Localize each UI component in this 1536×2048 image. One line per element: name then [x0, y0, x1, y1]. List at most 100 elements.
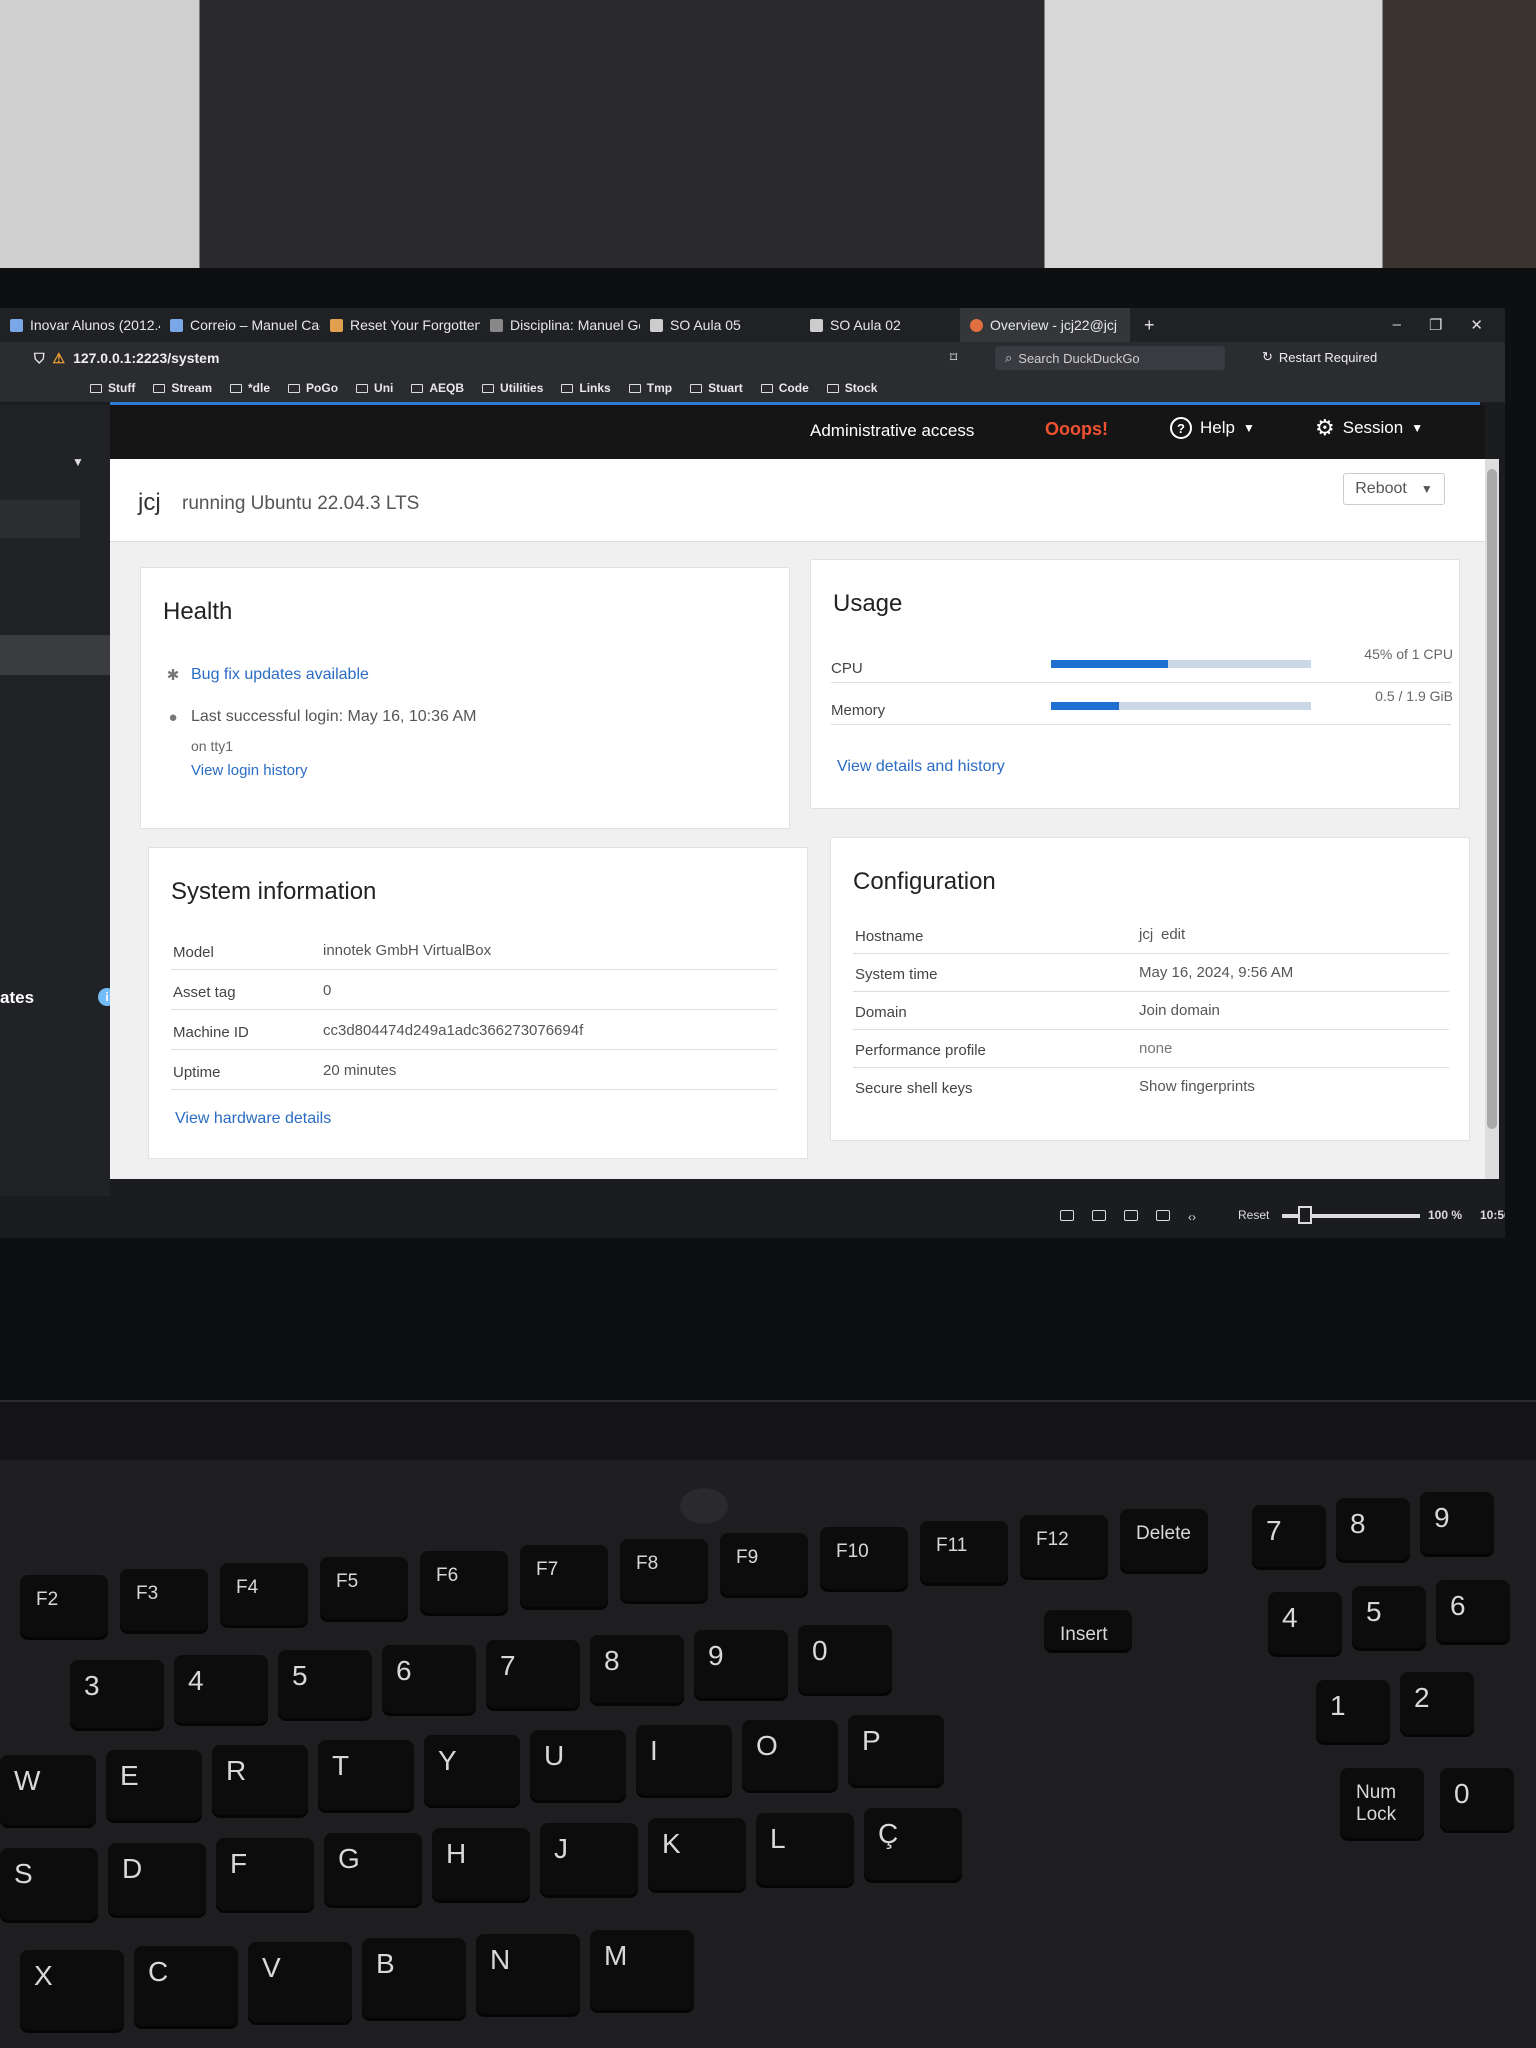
bookmark-folder[interactable]: Links — [561, 381, 611, 395]
page-scrollbar[interactable] — [1485, 459, 1499, 1179]
numpad-key-5: 5 — [1352, 1586, 1426, 1648]
help-menu[interactable]: ? Help ▼ — [1170, 417, 1255, 439]
bookmark-folder[interactable]: Code — [760, 381, 809, 395]
key-p: P — [848, 1715, 944, 1785]
updates-row: ✱ Bug fix updates available — [165, 666, 369, 684]
key-f3: F3 — [120, 1569, 208, 1631]
key-f6: F6 — [420, 1551, 508, 1613]
performance-profile-value[interactable]: none — [1139, 1040, 1172, 1057]
health-card: Health ✱ Bug fix updates available ● Las… — [140, 567, 790, 829]
join-domain-link[interactable]: Join domain — [1139, 1002, 1220, 1019]
memory-usage-bar — [1051, 702, 1311, 710]
show-fingerprints-link[interactable]: Show fingerprints — [1139, 1078, 1255, 1095]
numpad-key-1: 1 — [1316, 1680, 1390, 1742]
login-tty: on tty1 — [191, 738, 234, 754]
scrollbar-thumb[interactable] — [1487, 469, 1497, 1129]
page-header: jcj running Ubuntu 22.04.3 LTS Reboot ▼ — [110, 459, 1485, 542]
usage-card: Usage CPU 45% of 1 CPU Memory 0.5 / 1.9 … — [810, 559, 1460, 809]
ooops-button[interactable]: Ooops! — [1045, 419, 1108, 440]
admin-access-button[interactable]: Administrative access — [810, 421, 974, 441]
login-history-link[interactable]: View login history — [191, 762, 307, 779]
zoom-slider-knob[interactable] — [1298, 1206, 1313, 1224]
browser-tab[interactable]: Correio – Manuel Caet — [160, 308, 320, 342]
tab-favicon-icon — [170, 318, 183, 332]
sidebar-search[interactable] — [0, 500, 80, 538]
page-os-label: running Ubuntu 22.04.3 LTS — [182, 493, 420, 514]
browser-tab[interactable]: Reset Your Forgotten U — [320, 308, 480, 342]
browser-tab[interactable]: Disciplina: Manuel Gera — [480, 308, 640, 342]
usage-details-link[interactable]: View details and history — [837, 758, 1005, 776]
key-f9: F9 — [720, 1533, 808, 1595]
folder-icon — [760, 383, 773, 393]
hardware-details-link[interactable]: View hardware details — [175, 1110, 331, 1128]
session-menu[interactable]: ⚙ Session ▼ — [1315, 417, 1423, 439]
key-n: N — [476, 1934, 580, 2014]
shield-icon: ⛉ — [34, 349, 45, 366]
warning-icon: ⚠ — [52, 349, 66, 366]
browser-tab[interactable]: Inovar Alunos (2012.44 — [0, 308, 160, 342]
browser-tab-bar: Inovar Alunos (2012.44 Correio – Manuel … — [0, 308, 1505, 342]
bookmark-folder[interactable]: PoGo — [288, 381, 338, 395]
sidebar-item-overview[interactable] — [0, 635, 110, 675]
bookmark-folder[interactable]: Uni — [356, 381, 393, 395]
configuration-card: Configuration Hostname jcj edit System t… — [830, 837, 1470, 1141]
bookmark-folder[interactable]: AEQB — [411, 381, 464, 395]
reboot-button[interactable]: Reboot ▼ — [1343, 473, 1445, 505]
key-num-lock: Num Lock — [1340, 1768, 1424, 1838]
key-f8: F8 — [620, 1539, 708, 1601]
browser-tab[interactable]: SO Aula 02 — [800, 308, 960, 342]
key-8: 8 — [590, 1635, 684, 1703]
window-icon[interactable] — [1156, 1210, 1170, 1221]
minimize-icon[interactable]: – — [1393, 316, 1401, 334]
key-s: S — [0, 1848, 98, 1920]
restart-required-button[interactable]: ↻ Restart Required — [1262, 349, 1377, 365]
laptop-screen: Inovar Alunos (2012.44 Correio – Manuel … — [0, 308, 1505, 1238]
memory-usage-fill — [1051, 702, 1119, 710]
folder-icon — [628, 383, 641, 393]
numpad-key-7: 7 — [1252, 1505, 1326, 1567]
key-k: K — [648, 1818, 746, 1890]
bookmark-folder[interactable]: *dle — [230, 381, 270, 395]
key-f: F — [216, 1838, 314, 1910]
sidebar-item-software-updates[interactable]: ates — [0, 988, 34, 1008]
bookmark-folder[interactable]: Utilities — [482, 381, 543, 395]
new-tab-button[interactable]: + — [1130, 315, 1169, 336]
browser-status-bar: ‹› Reset 100 % 10:56 — [0, 1196, 1505, 1238]
cpu-row: CPU 45% of 1 CPU — [831, 646, 1453, 683]
bookmark-icon[interactable]: ⌑ — [950, 349, 957, 366]
folder-icon — [288, 383, 301, 393]
system-time-link[interactable]: May 16, 2024, 9:56 AM — [1139, 964, 1293, 981]
search-icon: ⌕ — [1005, 350, 1013, 365]
chevron-down-icon: ▼ — [1242, 421, 1255, 435]
config-row-performance: Performance profile none — [853, 1030, 1449, 1068]
key-d: D — [108, 1843, 206, 1915]
clock: 10:56 — [1480, 1208, 1505, 1222]
cockpit-favicon-icon — [970, 318, 983, 332]
config-title: Configuration — [853, 868, 996, 895]
bookmark-folder[interactable]: Stuff — [90, 381, 135, 395]
zoom-slider[interactable] — [1282, 1206, 1420, 1224]
url-field[interactable]: ⛉ ⚠ 127.0.0.1:2223/system — [34, 350, 219, 367]
bug-fix-updates-link[interactable]: Bug fix updates available — [191, 666, 369, 684]
key-c: C — [134, 1946, 238, 2026]
camera-icon[interactable] — [1092, 1210, 1106, 1221]
bookmark-folder[interactable]: Stream — [153, 381, 212, 395]
maximize-icon[interactable]: ❐ — [1429, 316, 1442, 334]
code-icon[interactable]: ‹› — [1188, 1210, 1196, 1224]
image-icon[interactable] — [1124, 1210, 1138, 1221]
key-insert-legend: Insert — [1044, 1610, 1132, 1650]
browser-tab[interactable]: SO Aula 05 — [640, 308, 800, 342]
user-icon: ● — [168, 708, 178, 726]
close-icon[interactable]: ✕ — [1470, 316, 1483, 334]
bookmark-folder[interactable]: Tmp — [628, 381, 672, 395]
panel-icon[interactable] — [1060, 1210, 1074, 1221]
key-f7: F7 — [520, 1545, 608, 1607]
hostname-edit-link[interactable]: edit — [1161, 926, 1185, 943]
search-input[interactable]: ⌕ Search DuckDuckGo — [995, 346, 1225, 370]
key-h: H — [432, 1828, 530, 1900]
chevron-down-icon[interactable]: ▼ — [72, 455, 84, 469]
bookmark-folder[interactable]: Stuart — [690, 381, 743, 395]
browser-tab-active[interactable]: Overview - jcj22@jcj — [960, 308, 1130, 342]
zoom-reset-button[interactable]: Reset — [1238, 1208, 1269, 1222]
bookmark-folder[interactable]: Stock — [826, 381, 877, 395]
